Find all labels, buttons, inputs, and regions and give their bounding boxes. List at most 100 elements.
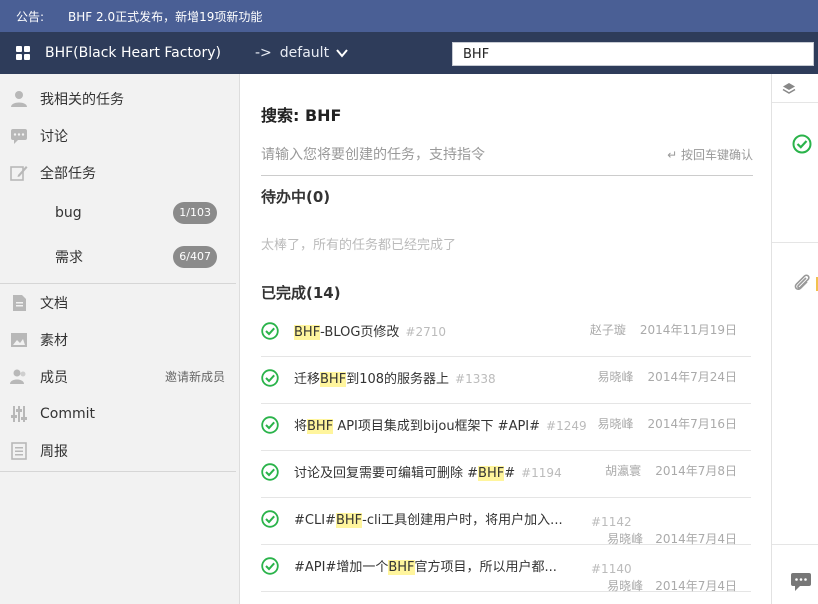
done-section-title: 已完成(14) [261,284,341,302]
task-title[interactable]: 迁移BHF到108的服务器上 #1338 [294,368,496,387]
task-row[interactable]: BHF-BLOG页修改 #2710 赵子璇 2014年11月19日 [261,310,751,357]
task-title[interactable]: 讨论及回复需要可编辑可删除 #BHF# #1194 [294,462,562,481]
person-icon [11,91,27,107]
task-title[interactable]: #API#增加一个BHF官方项目，所以用户都... [294,556,557,575]
task-assignee[interactable]: 胡瀛寰 [605,464,641,478]
app-title[interactable]: BHF(Black Heart Factory) [45,45,221,61]
task-row[interactable]: 讨论及回复需要可编辑可删除 #BHF# #1194 胡瀛寰 2014年7月8日 [261,451,751,498]
sidebar-item-label: 素材 [40,332,68,349]
search-input[interactable] [452,42,814,66]
sidebar-item-members[interactable]: 成员 邀请新成员 [0,358,239,395]
search-highlight: BHF [478,466,505,481]
task-row[interactable]: #API#增加一个BHF官方项目，所以用户都... #1140 易晓峰 2014年7月… [261,545,751,594]
create-task-input[interactable]: 请输入您将要创建的任务，支持指令 ↵ 按回车键确认 [261,142,753,176]
paperclip-icon[interactable] [792,272,812,294]
sidebar-item-discussion[interactable]: 讨论 [0,117,239,154]
sidebar-subitem-bug[interactable]: bug 1/103 [0,191,239,235]
task-assignee[interactable]: 易晓峰 [607,579,643,593]
check-circle-icon[interactable] [261,463,279,481]
edit-icon [10,166,28,181]
image-icon [11,333,27,347]
task-date: 2014年7月24日 [647,370,737,384]
task-meta: 易晓峰 2014年7月4日 [607,577,737,594]
task-number[interactable]: #1338 [455,372,496,386]
project-name: default [279,45,330,61]
sidebar-item-assets[interactable]: 素材 [0,321,239,358]
project-switcher[interactable]: -> default [255,45,349,61]
task-date: 2014年7月4日 [655,579,737,593]
task-title-suffix: -cli工具创建用户时，将用户加入... [362,513,563,528]
task-title[interactable]: #CLI#BHF-cli工具创建用户时，将用户加入... [294,509,563,528]
check-circle-icon[interactable] [792,134,812,154]
check-circle-icon[interactable] [261,510,279,528]
sidebar-item-label: 周报 [40,443,68,460]
task-number[interactable]: #1142 [591,515,632,529]
sidebar-item-docs[interactable]: 文档 [0,284,239,321]
announcement-bar: 公告: BHF 2.0正式发布，新增19项新功能 [0,0,818,32]
task-title[interactable]: 将BHF API项目集成到bijou框架下 #API# #1249 [294,415,587,434]
task-title-prefix: 迁移 [294,372,321,387]
sidebar-item-label: 文档 [40,295,68,312]
divider [772,544,818,545]
search-result-title: 搜索: BHF [261,106,342,125]
task-meta: 胡瀛寰 2014年7月8日 [605,462,737,479]
task-meta: 易晓峰 2014年7月16日 [598,415,737,432]
task-title-prefix: #CLI# [294,513,336,528]
search-highlight: BHF [307,419,334,434]
count-badge: 1/103 [173,202,217,224]
sidebar-item-label: Commit [40,405,95,422]
task-assignee[interactable]: 易晓峰 [598,417,634,431]
task-number[interactable]: #2710 [405,325,446,339]
sidebar-item-label: 我相关的任务 [40,91,124,108]
divider [772,102,818,103]
task-number[interactable]: #1140 [591,562,632,576]
search-highlight: BHF [320,372,347,387]
announcement-text[interactable]: BHF 2.0正式发布，新增19项新功能 [68,8,262,25]
chat-icon[interactable] [790,572,812,592]
sidebar-item-all-tasks[interactable]: 全部任务 [0,154,239,191]
sidebar-subitem-requirement[interactable]: 需求 6/407 [0,235,239,279]
task-title[interactable]: BHF-BLOG页修改 #2710 [294,321,446,340]
task-date: 2014年7月4日 [655,532,737,546]
search-highlight: BHF [294,325,321,340]
divider [772,242,818,243]
check-circle-icon[interactable] [261,557,279,575]
task-row[interactable]: #CLI#BHF-cli工具创建用户时，将用户加入... #1142 易晓峰 2014… [261,498,751,546]
task-assignee[interactable]: 赵子璇 [590,323,626,337]
task-title-suffix: -BLOG页修改 [320,325,400,340]
check-circle-icon[interactable] [261,416,279,434]
search-highlight: BHF [335,513,363,528]
grid-icon[interactable] [16,46,30,60]
sidebar-item-commit[interactable]: Commit [0,395,239,432]
empty-message: 太棒了，所有的任务都已经完成了 [261,238,457,253]
report-icon [11,442,27,460]
sidebar-item-label: 全部任务 [40,165,96,182]
task-meta: 易晓峰 2014年7月24日 [598,368,737,385]
task-title-prefix: #API#增加一个 [294,560,389,575]
check-circle-icon[interactable] [261,369,279,387]
invite-members-link[interactable]: 邀请新成员 [165,368,225,385]
task-number[interactable]: #1249 [546,419,587,433]
count-badge: 6/407 [173,246,217,268]
sidebar-item-my-tasks[interactable]: 我相关的任务 [0,80,239,117]
divider [0,471,236,472]
layers-icon[interactable] [782,82,796,96]
sidebar: 我相关的任务 讨论 全部任务 bug 1/103 需求 6/407 文档 素材 … [0,74,240,604]
announcement-label: 公告: [16,9,45,24]
create-task-placeholder: 请输入您将要创建的任务，支持指令 [261,147,485,163]
pending-section-title: 待办中(0) [261,188,331,206]
task-row[interactable]: 将BHF API项目集成到bijou框架下 #API# #1249 易晓峰 2014年… [261,404,751,451]
task-assignee[interactable]: 易晓峰 [607,532,643,546]
task-title-suffix: 官方项目，所以用户都... [414,560,557,575]
task-number[interactable]: #1194 [521,466,562,480]
task-row[interactable]: 迁移BHF到108的服务器上 #1338 易晓峰 2014年7月24日 [261,357,751,404]
check-circle-icon[interactable] [261,322,279,340]
sidebar-item-weekly-report[interactable]: 周报 [0,432,239,469]
sidebar-item-label: 讨论 [40,128,68,145]
doc-icon [13,295,26,311]
task-assignee[interactable]: 易晓峰 [598,370,634,384]
members-icon [10,369,26,384]
task-title-suffix: API项目集成到bijou框架下 #API# [333,419,541,434]
sidebar-item-label: 成员 [40,369,68,386]
task-date: 2014年11月19日 [639,323,737,337]
